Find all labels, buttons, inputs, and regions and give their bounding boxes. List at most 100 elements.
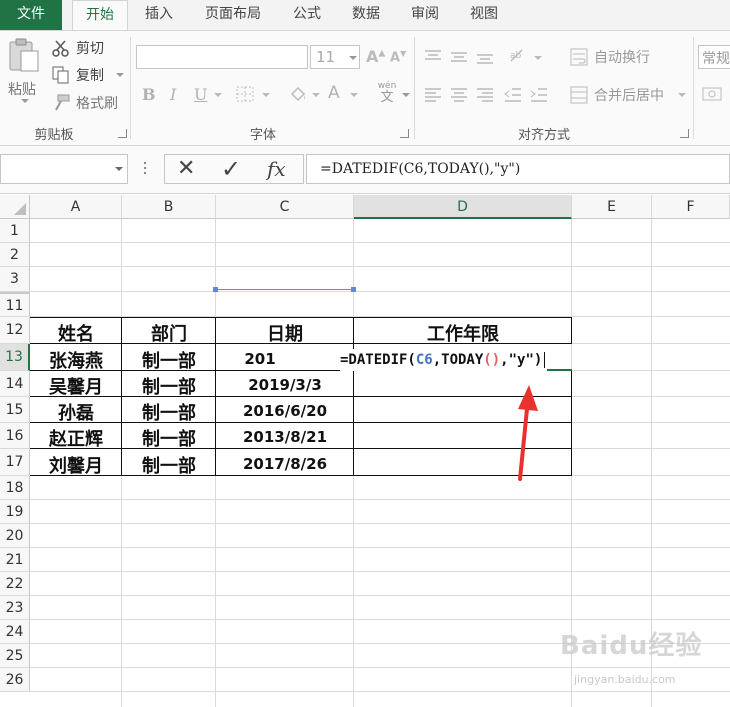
fill-color-icon[interactable] bbox=[288, 85, 308, 103]
cancel-button[interactable]: ✕ bbox=[177, 156, 195, 181]
cell-dept[interactable]: 制一部 bbox=[122, 399, 216, 425]
cell-name[interactable]: 赵正辉 bbox=[30, 425, 122, 451]
tab-file[interactable]: 文件 bbox=[0, 0, 62, 30]
row-header[interactable]: 21 bbox=[0, 548, 30, 572]
shape-selection-line[interactable] bbox=[216, 289, 354, 290]
tab-formulas[interactable]: 公式 bbox=[282, 0, 332, 30]
row-header[interactable]: 26 bbox=[0, 668, 30, 692]
row-header[interactable]: 18 bbox=[0, 476, 30, 500]
column-header-f[interactable]: F bbox=[652, 195, 730, 219]
font-size-combo[interactable]: 11 bbox=[310, 45, 360, 69]
merge-center-button[interactable]: 合并后居中 bbox=[570, 85, 688, 107]
font-name-combo[interactable] bbox=[136, 45, 308, 69]
wrap-text-button[interactable]: 自动换行 bbox=[570, 47, 670, 69]
tab-review[interactable]: 审阅 bbox=[400, 0, 450, 30]
align-middle-icon[interactable] bbox=[450, 49, 468, 65]
row-header[interactable]: 13 bbox=[0, 344, 30, 371]
orientation-icon[interactable]: ab bbox=[508, 47, 530, 65]
in-cell-formula-editor[interactable]: =DATEDIF(C6,TODAY(),"y") bbox=[340, 349, 548, 371]
copy-button[interactable]: 复制 bbox=[52, 65, 124, 85]
row-header[interactable]: 11 bbox=[0, 292, 30, 317]
cell-date[interactable]: 2013/8/21 bbox=[216, 428, 354, 446]
phonetic-button[interactable]: wén 文 bbox=[374, 81, 400, 109]
cell-date[interactable]: 2019/3/3 bbox=[216, 376, 354, 394]
tab-data[interactable]: 数据 bbox=[340, 0, 392, 30]
table-border bbox=[571, 371, 572, 476]
borders-icon[interactable] bbox=[236, 86, 256, 104]
row-header[interactable]: 22 bbox=[0, 572, 30, 596]
cell-name[interactable]: 孙磊 bbox=[30, 399, 122, 425]
tab-insert[interactable]: 插入 bbox=[134, 0, 184, 30]
confirm-button[interactable]: ✓ bbox=[221, 155, 241, 183]
align-left-icon[interactable] bbox=[424, 87, 442, 103]
scissors-icon bbox=[52, 40, 69, 57]
column-header-e[interactable]: E bbox=[572, 195, 652, 219]
select-all-corner[interactable] bbox=[0, 195, 30, 219]
align-bottom-icon[interactable] bbox=[476, 49, 494, 65]
table-header-years[interactable]: 工作年限 bbox=[354, 320, 572, 346]
row-header[interactable]: 15 bbox=[0, 397, 30, 423]
formula-input[interactable]: =DATEDIF(C6,TODAY(),"y") bbox=[306, 154, 730, 184]
cell-date[interactable]: 2017/8/26 bbox=[216, 455, 354, 473]
bold-button[interactable]: B bbox=[142, 85, 156, 104]
underline-button[interactable]: U bbox=[194, 85, 207, 104]
row-header[interactable]: 3 bbox=[0, 267, 30, 292]
row-header[interactable]: 14 bbox=[0, 371, 30, 397]
row-header[interactable]: 1 bbox=[0, 219, 30, 243]
insert-function-button[interactable]: fx bbox=[267, 157, 286, 181]
column-header-d[interactable]: D bbox=[354, 195, 572, 219]
decrease-indent-icon[interactable] bbox=[504, 87, 522, 103]
tab-view[interactable]: 视图 bbox=[458, 0, 510, 30]
row-header[interactable]: 19 bbox=[0, 500, 30, 524]
increase-indent-icon[interactable] bbox=[530, 87, 548, 103]
shape-resize-handle[interactable] bbox=[351, 287, 356, 292]
format-painter-button[interactable]: 格式刷 bbox=[52, 93, 124, 113]
italic-button[interactable]: I bbox=[170, 85, 176, 104]
row-header[interactable]: 24 bbox=[0, 620, 30, 644]
cell-name[interactable]: 张海燕 bbox=[30, 347, 122, 373]
table-header-dept[interactable]: 部门 bbox=[122, 320, 216, 346]
alignment-dialog-launcher[interactable] bbox=[680, 129, 689, 138]
cut-button[interactable]: 剪切 bbox=[52, 38, 114, 58]
formula-function: ,TODAY bbox=[432, 352, 484, 368]
column-header-c[interactable]: C bbox=[216, 195, 354, 219]
worksheet-grid[interactable]: A B C D E F 1 2 3 11 12 13 14 15 16 17 1… bbox=[0, 195, 730, 707]
name-box[interactable] bbox=[0, 154, 128, 184]
font-color-button[interactable]: A bbox=[328, 83, 340, 103]
row-header[interactable]: 20 bbox=[0, 524, 30, 548]
cell-dept[interactable]: 制一部 bbox=[122, 452, 216, 478]
tab-page-layout[interactable]: 页面布局 bbox=[192, 0, 274, 30]
align-top-icon[interactable] bbox=[424, 49, 442, 65]
row-header[interactable]: 16 bbox=[0, 423, 30, 449]
cell-dept[interactable]: 制一部 bbox=[122, 425, 216, 451]
paste-button[interactable]: 粘贴 bbox=[6, 37, 42, 103]
tab-home[interactable]: 开始 bbox=[72, 0, 128, 30]
shrink-font-button[interactable]: A▼ bbox=[390, 49, 406, 65]
formula-bar-grip[interactable] bbox=[144, 162, 147, 176]
shape-resize-handle[interactable] bbox=[213, 287, 218, 292]
align-right-icon[interactable] bbox=[476, 87, 494, 103]
cell-name[interactable]: 吴馨月 bbox=[30, 373, 122, 399]
row-header[interactable]: 12 bbox=[0, 317, 30, 344]
row-header[interactable]: 23 bbox=[0, 596, 30, 620]
number-format-value: 常规 bbox=[702, 51, 730, 67]
cell-dept[interactable]: 制一部 bbox=[122, 373, 216, 399]
row-header[interactable]: 17 bbox=[0, 449, 30, 476]
cell-dept[interactable]: 制一部 bbox=[122, 347, 216, 373]
table-header-date[interactable]: 日期 bbox=[216, 320, 354, 346]
column-header-a[interactable]: A bbox=[30, 195, 122, 219]
cell-date[interactable]: 201 bbox=[216, 350, 304, 368]
number-format-combo[interactable]: 常规 bbox=[698, 45, 730, 69]
font-dialog-launcher[interactable] bbox=[400, 129, 409, 138]
table-header-name[interactable]: 姓名 bbox=[30, 320, 122, 346]
column-header-b[interactable]: B bbox=[122, 195, 216, 219]
gridline bbox=[30, 291, 730, 292]
grow-font-button[interactable]: A▲ bbox=[366, 47, 385, 66]
align-center-icon[interactable] bbox=[450, 87, 468, 103]
clipboard-dialog-launcher[interactable] bbox=[118, 129, 127, 138]
row-header[interactable]: 25 bbox=[0, 644, 30, 668]
cell-name[interactable]: 刘馨月 bbox=[30, 452, 122, 478]
row-header[interactable]: 2 bbox=[0, 243, 30, 267]
currency-icon[interactable] bbox=[702, 85, 724, 103]
cell-date[interactable]: 2016/6/20 bbox=[216, 402, 354, 420]
